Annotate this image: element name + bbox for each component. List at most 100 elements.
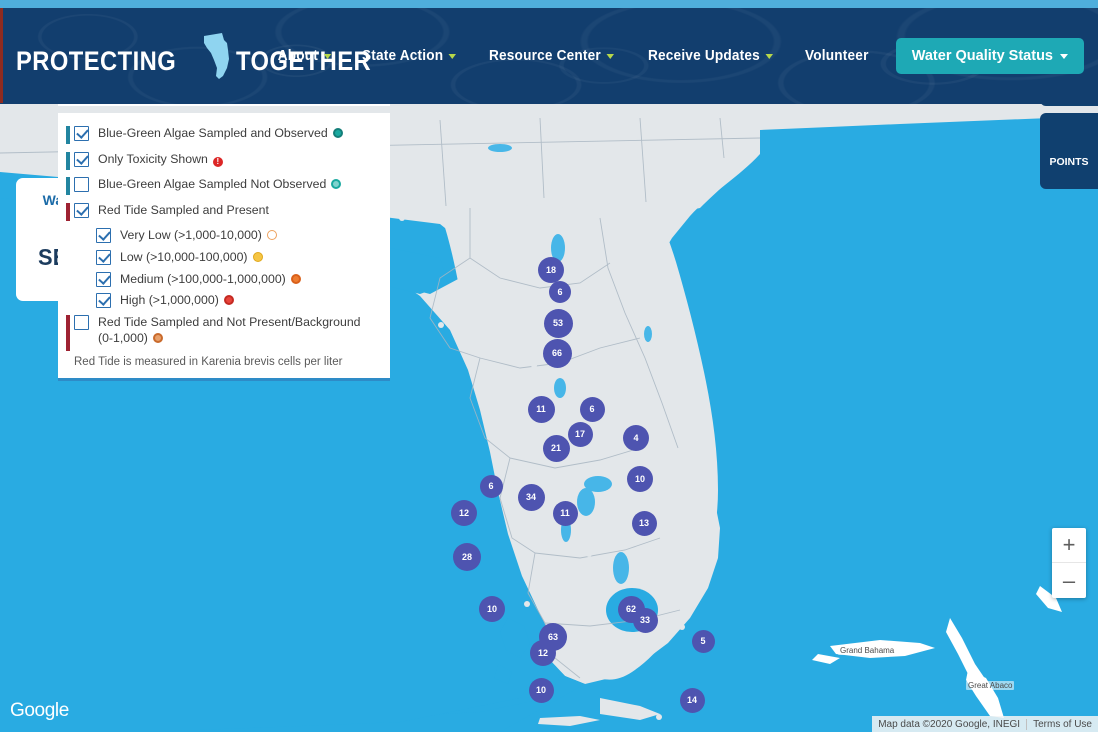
map-pin-teal[interactable] [684,521,699,541]
map-pin-teal[interactable] [607,375,622,395]
map-cluster-marker[interactable]: 11 [552,500,578,526]
map-attribution-bar: Map data ©2020 Google, INEGI Terms of Us… [872,716,1098,732]
zoom-out-button[interactable]: – [1052,563,1086,598]
nav-item-about[interactable]: About [265,42,343,70]
main-navigation: About State Action Resource Center Recei… [263,8,1098,104]
pin-center-dot [663,442,670,449]
zoom-in-button[interactable]: + [1052,528,1086,563]
map-pin-teal[interactable] [682,568,697,588]
map-pin-red[interactable] [572,646,587,666]
nav-item-state-action[interactable]: State Action [349,42,468,70]
legend-row-high[interactable]: High (>1,000,000) [96,292,376,309]
map-cluster-marker[interactable]: 14 [679,687,705,713]
map-cluster-marker[interactable]: 28 [453,543,481,571]
checkbox-high[interactable] [96,293,111,309]
checkbox-red-tide-not-present[interactable] [74,314,89,330]
pin-center-dot [585,550,592,557]
legend-footnote: Red Tide is measured in Karenia brevis c… [74,355,343,368]
rail-tab-points[interactable]: POINTS [1040,113,1098,189]
legend-row-red-tide-present[interactable]: Red Tide Sampled and Present [66,202,376,221]
map-cluster-marker[interactable]: 10 [528,677,554,703]
map-cluster-marker[interactable]: 12 [451,500,477,526]
pin-center-dot [576,650,583,657]
map-cluster-marker[interactable]: 13 [631,510,657,536]
legend-row-red-tide-not-present[interactable]: Red Tide Sampled and Not Present/Backgro… [66,314,376,351]
map-pin-teal[interactable] [590,255,605,275]
pin-center-dot [492,300,499,307]
legend-color-bar-teal [66,177,70,196]
map-cluster-marker[interactable]: 10 [479,596,505,622]
map-cluster-marker[interactable]: 66 [542,338,572,368]
map-cluster-marker[interactable]: 53 [543,308,573,338]
chevron-down-icon [1060,53,1068,59]
map-pin-teal[interactable] [433,317,448,337]
map-pin-red[interactable] [589,609,604,629]
legend-row-medium[interactable]: Medium (>100,000-1,000,000) [96,271,376,288]
pin-center-dot [686,572,693,579]
map-pin-teal[interactable] [519,596,534,616]
map-zoom-control: + – [1052,528,1086,598]
legend-row-bga-observed[interactable]: Blue-Green Algae Sampled and Observed [66,125,376,144]
map-cluster-marker[interactable]: 10 [627,466,653,492]
legend-row-bga-not-observed[interactable]: Blue-Green Algae Sampled Not Observed [66,176,376,196]
map-cluster-marker[interactable]: 6 [549,281,571,303]
map-cluster-marker[interactable]: 6 [579,396,605,422]
top-accent-strip [0,0,1098,8]
pin-center-dot [593,613,600,620]
pin-center-dot [507,331,514,338]
map-cluster-marker[interactable]: 11 [527,395,555,423]
checkbox-bga-not-observed[interactable] [74,177,89,193]
pin-center-dot [594,259,601,266]
legend-row-very-low[interactable]: Very Low (>1,000-10,000) [96,227,376,244]
map-pin-teal[interactable] [659,438,674,458]
map-cluster-marker[interactable]: 6 [479,474,503,498]
map-cluster-marker[interactable]: 34 [517,483,545,511]
map-pin-teal[interactable] [598,556,613,576]
checkbox-low[interactable] [96,249,111,265]
legend-row-low[interactable]: Low (>10,000-100,000) [96,249,376,266]
water-quality-status-label: Water Quality Status [911,48,1053,64]
swatch-teal-filled-icon [332,128,343,138]
pin-center-dot [688,525,695,532]
nav-label-resource-center: Resource Center [488,48,601,64]
checkbox-only-toxicity[interactable] [74,151,89,167]
checkbox-very-low[interactable] [96,228,111,244]
nav-item-resource-center[interactable]: Resource Center [477,42,627,70]
legend-color-bar-teal [66,126,70,144]
map-pin-teal[interactable] [581,546,596,566]
nav-item-volunteer[interactable]: Volunteer [793,42,881,70]
map-cluster-marker[interactable]: 33 [632,607,658,633]
legend-row-only-toxicity[interactable]: Only Toxicity Shown! [66,151,376,170]
nav-label-receive-updates: Receive Updates [648,48,760,64]
pin-center-dot [523,600,530,607]
map-pin-teal[interactable] [605,319,620,339]
map-pin-teal[interactable] [488,296,503,316]
legend-color-bar-red [66,202,70,221]
map-cluster-marker[interactable]: 17 [567,421,593,447]
map-pin-red[interactable] [674,619,689,639]
water-quality-map-page: PROTECTING TOGETHER About State Action R… [0,0,1098,732]
map-pin-teal[interactable] [503,327,518,347]
toxicity-warning-icon: ! [212,156,223,167]
terms-of-use-link[interactable]: Terms of Use [1027,719,1098,730]
map-pin-teal[interactable] [675,453,690,473]
legend-color-bar-teal [66,151,70,170]
map-pin-teal[interactable] [394,210,409,230]
map-cluster-marker[interactable]: 21 [542,434,570,462]
chevron-down-icon [448,53,456,59]
nav-item-receive-updates[interactable]: Receive Updates [636,42,786,70]
legend-label-bga-not-observed: Blue-Green Algae Sampled Not Observed [98,176,342,193]
map-pin-teal[interactable] [651,709,666,729]
nav-label-volunteer: Volunteer [805,48,869,64]
checkbox-bga-observed[interactable] [74,126,89,141]
chevron-down-icon [323,53,331,59]
checkbox-medium[interactable] [96,271,111,287]
legend-label-high: High (>1,000,000) [120,292,234,309]
map-cluster-marker[interactable]: 5 [691,629,715,653]
map-cluster-marker[interactable]: 12 [530,640,556,666]
map-cluster-marker[interactable]: 18 [538,257,564,283]
checkbox-red-tide-present[interactable] [74,202,89,218]
pin-center-dot [679,457,686,464]
map-cluster-marker[interactable]: 4 [623,425,649,451]
water-quality-status-button[interactable]: Water Quality Status [895,38,1084,74]
